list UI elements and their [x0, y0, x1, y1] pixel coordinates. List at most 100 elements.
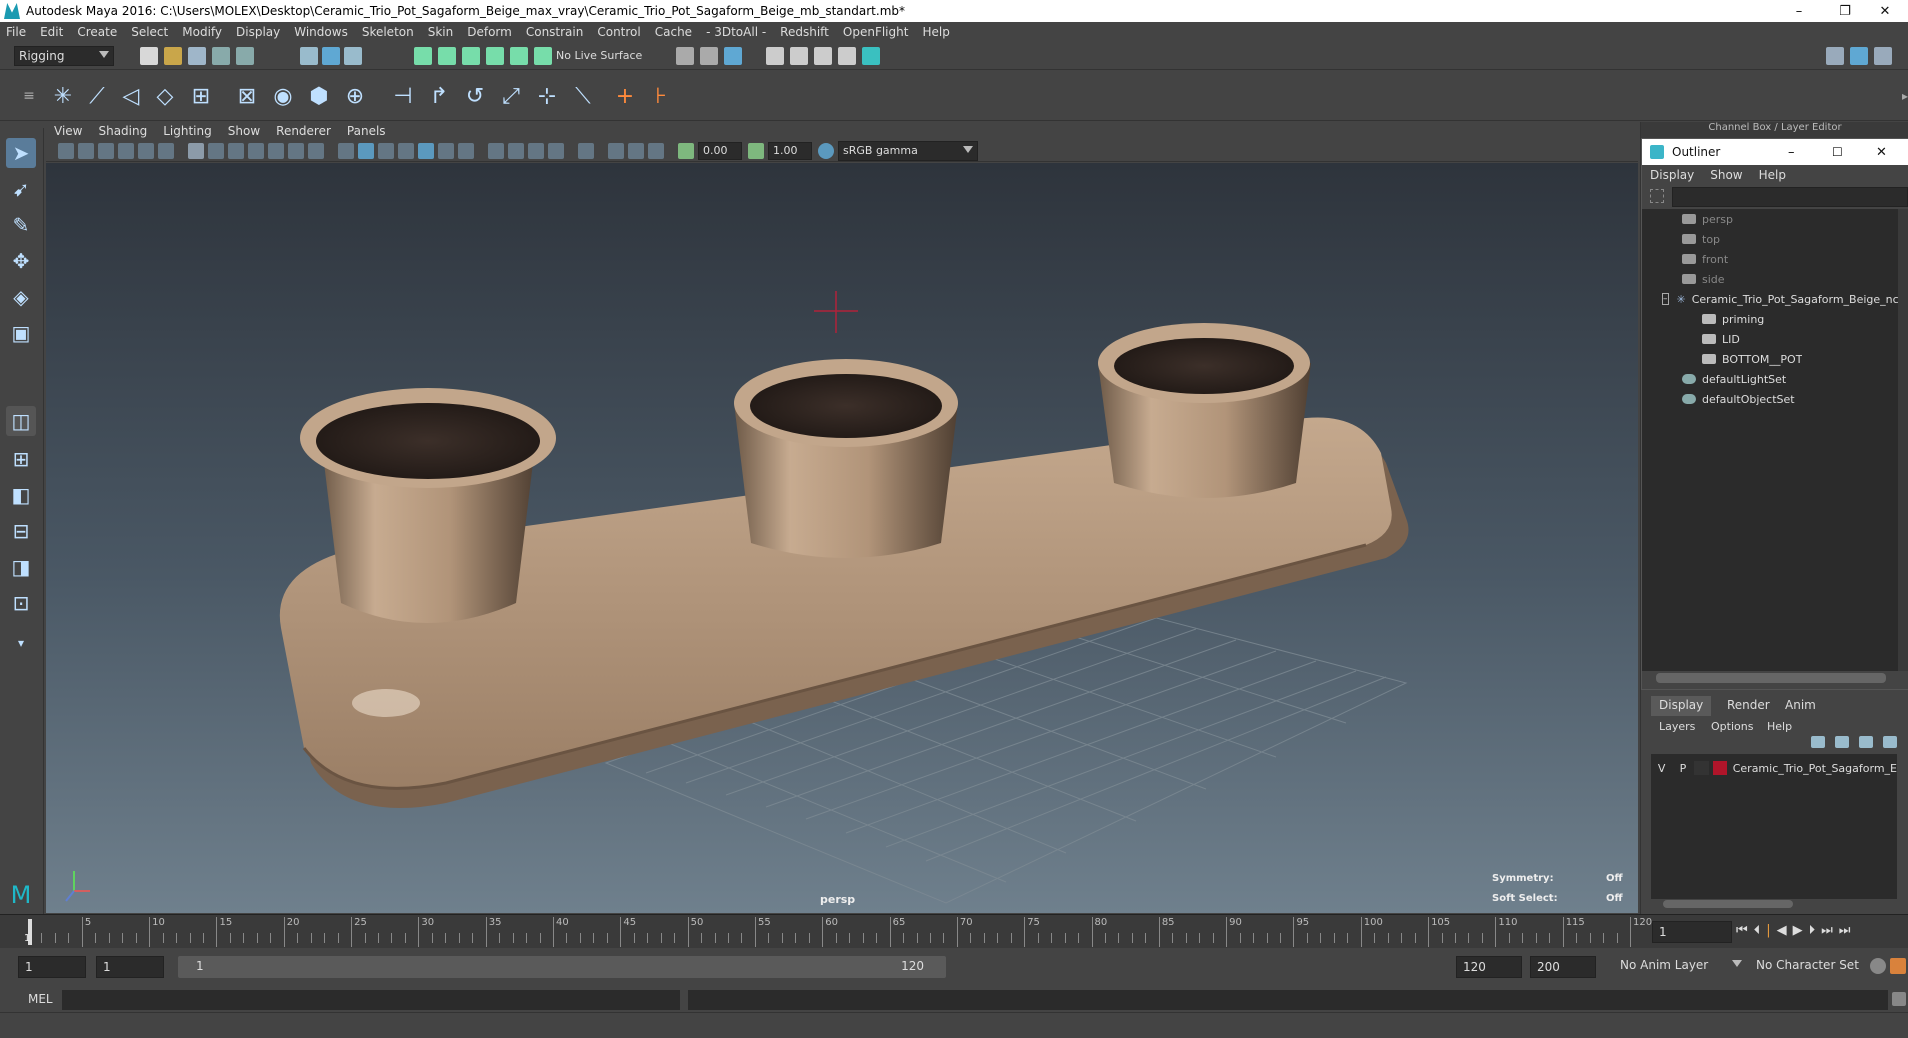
- character-set-dropdown[interactable]: No Character Set: [1750, 956, 1870, 978]
- grease-pencil-icon[interactable]: [158, 143, 174, 159]
- sculpt-icon[interactable]: ⬢: [304, 81, 334, 111]
- color-management-icon[interactable]: [818, 143, 834, 159]
- list-item[interactable]: – ✳ Ceramic_Trio_Pot_Sagaform_Beige_nc: [1662, 289, 1898, 309]
- construction-icon[interactable]: [700, 47, 718, 65]
- field-chart-icon[interactable]: [268, 143, 284, 159]
- select-component-icon[interactable]: [344, 47, 362, 65]
- tab-anim[interactable]: Anim: [1777, 696, 1824, 716]
- layer-playback-toggle[interactable]: P: [1672, 762, 1693, 775]
- new-layer-icon[interactable]: [1859, 736, 1873, 748]
- persp-outliner-layout-icon[interactable]: ◧: [6, 480, 36, 510]
- persp-graph-layout-icon[interactable]: ⊟: [6, 516, 36, 546]
- menu-control[interactable]: Control: [597, 25, 640, 39]
- ipr-render-icon[interactable]: [814, 47, 832, 65]
- select-object-icon[interactable]: [322, 47, 340, 65]
- screen-space-ao-icon[interactable]: [488, 143, 504, 159]
- current-frame-field[interactable]: 1: [1652, 921, 1732, 943]
- xray-components-icon[interactable]: [648, 143, 664, 159]
- layer-horizontal-scrollbar[interactable]: [1663, 900, 1793, 908]
- go-to-end-icon[interactable]: ⏭: [1839, 923, 1857, 938]
- ik-fk-icon[interactable]: ⊦: [646, 81, 676, 111]
- list-item[interactable]: front: [1682, 249, 1728, 269]
- hypershade-icon[interactable]: [862, 47, 880, 65]
- viewport-menu-view[interactable]: View: [54, 124, 82, 138]
- outliner-menu-help[interactable]: Help: [1759, 168, 1786, 182]
- menu-select[interactable]: Select: [131, 25, 168, 39]
- outliner-menu-display[interactable]: Display: [1650, 168, 1694, 182]
- menu-skeleton[interactable]: Skeleton: [362, 25, 414, 39]
- xray-joints-icon[interactable]: [628, 143, 644, 159]
- pot-middle[interactable]: [734, 359, 958, 558]
- layer-type-toggle[interactable]: [1693, 761, 1710, 775]
- select-tool-icon[interactable]: ➤: [6, 138, 36, 168]
- menu-modify[interactable]: Modify: [182, 25, 222, 39]
- use-all-lights-icon[interactable]: [438, 143, 454, 159]
- channel-box-header[interactable]: Channel Box / Layer Editor: [1641, 122, 1908, 138]
- layers-menu-help[interactable]: Help: [1767, 720, 1792, 733]
- perspective-viewport[interactable]: persp Symmetry: Off Soft Select: Off: [46, 163, 1638, 913]
- time-slider[interactable]: 5 10 15 20 25 30 35 40 45 50 55 60 65 70 75 80 85 90 95 100…: [0, 914, 1908, 948]
- step-back-key-icon[interactable]: ⏴: [1754, 923, 1767, 938]
- menu-display[interactable]: Display: [236, 25, 280, 39]
- play-forward-icon[interactable]: ▶: [1793, 923, 1809, 938]
- anim-layer-dropdown[interactable]: No Anim Layer: [1616, 956, 1746, 978]
- snap-grid-icon[interactable]: [414, 47, 432, 65]
- snap-live-icon[interactable]: [534, 47, 552, 65]
- viewport-menu-panels[interactable]: Panels: [347, 124, 386, 138]
- snap-point-icon[interactable]: [462, 47, 480, 65]
- snap-surface-icon[interactable]: [510, 47, 528, 65]
- layers-menu-options[interactable]: Options: [1711, 720, 1753, 733]
- move-layer-up-icon[interactable]: [1811, 736, 1825, 748]
- layer-row[interactable]: V P Ceramic_Trio_Pot_Sagaform_E: [1651, 758, 1897, 778]
- menu-edit[interactable]: Edit: [40, 25, 63, 39]
- camera-attributes-icon[interactable]: [138, 143, 154, 159]
- colorspace-dropdown[interactable]: sRGB gamma: [838, 141, 978, 161]
- list-item[interactable]: LID: [1702, 329, 1740, 349]
- anim-prefs-icon[interactable]: [1890, 958, 1906, 974]
- minimize-button[interactable]: –: [1776, 0, 1822, 22]
- playback-start-field[interactable]: 1: [96, 956, 164, 978]
- paint-select-tool-icon[interactable]: ✎: [6, 210, 36, 240]
- anti-aliasing-icon[interactable]: [528, 143, 544, 159]
- image-plane-icon[interactable]: [118, 143, 134, 159]
- list-item[interactable]: BOTTOM__POT: [1702, 349, 1802, 369]
- four-view-layout-icon[interactable]: ⊞: [6, 444, 36, 474]
- move-tool-icon[interactable]: ✥: [6, 246, 36, 276]
- smooth-shade-icon[interactable]: [358, 143, 374, 159]
- pot-right[interactable]: [1098, 323, 1311, 498]
- ik-handle-icon[interactable]: ⟋: [82, 81, 112, 111]
- list-item[interactable]: defaultObjectSet: [1682, 389, 1795, 409]
- lasso-tool-icon[interactable]: ➹: [6, 174, 36, 204]
- save-scene-icon[interactable]: [188, 47, 206, 65]
- constraint-orient-icon[interactable]: ↺: [460, 81, 490, 111]
- outliner-menu-show[interactable]: Show: [1710, 168, 1742, 182]
- camera-select-icon[interactable]: [58, 143, 74, 159]
- menu-help[interactable]: Help: [922, 25, 949, 39]
- constraint-pole-icon[interactable]: ⟍: [568, 81, 598, 111]
- shadows-icon[interactable]: [458, 143, 474, 159]
- step-back-frame-icon[interactable]: |: [1766, 923, 1776, 938]
- menu-deform[interactable]: Deform: [467, 25, 512, 39]
- ik-spline-icon[interactable]: ◁: [116, 81, 146, 111]
- snap-view-icon[interactable]: [486, 47, 504, 65]
- locator-icon[interactable]: +: [610, 81, 640, 111]
- list-item[interactable]: defaultLightSet: [1682, 369, 1786, 389]
- viewport-menu-show[interactable]: Show: [228, 124, 260, 138]
- default-material-icon[interactable]: [378, 143, 394, 159]
- hypershade-layout-icon[interactable]: ◨: [6, 552, 36, 582]
- wireframe-icon[interactable]: [338, 143, 354, 159]
- play-backward-icon[interactable]: ◀: [1777, 923, 1793, 938]
- constraint-aim-icon[interactable]: ↱: [424, 81, 454, 111]
- gate-mask-icon[interactable]: [248, 143, 264, 159]
- modeling-toolkit-icon[interactable]: [1826, 47, 1844, 65]
- list-item[interactable]: side: [1682, 269, 1725, 289]
- outliner-search-input[interactable]: [1672, 187, 1908, 207]
- outliner-horizontal-scrollbar[interactable]: [1656, 673, 1886, 683]
- textured-icon[interactable]: [418, 143, 434, 159]
- safe-action-icon[interactable]: [288, 143, 304, 159]
- custom-layout-icon[interactable]: ▾: [6, 628, 36, 658]
- outliner-filter-icon[interactable]: [1650, 189, 1664, 203]
- film-gate-icon[interactable]: [208, 143, 224, 159]
- auto-key-icon[interactable]: [1870, 958, 1886, 974]
- safe-title-icon[interactable]: [308, 143, 324, 159]
